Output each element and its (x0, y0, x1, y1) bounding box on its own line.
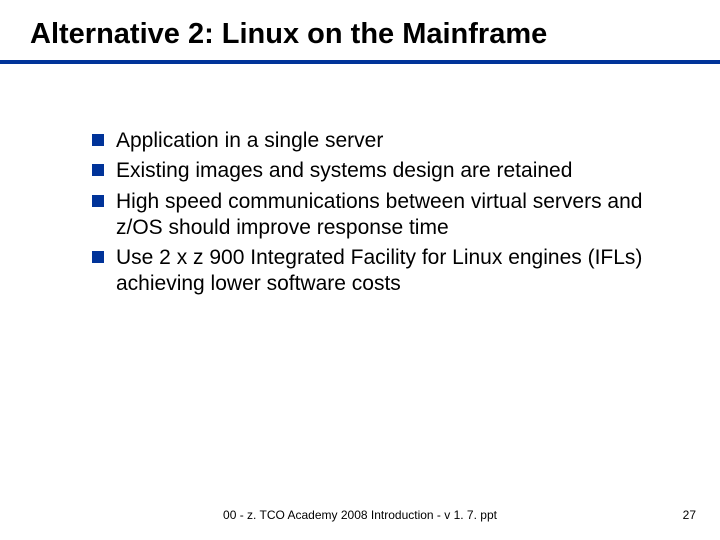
square-bullet-icon (92, 134, 104, 146)
list-item: Use 2 x z 900 Integrated Facility for Li… (92, 245, 660, 298)
list-item-text: High speed communications between virtua… (116, 189, 660, 242)
slide: Alternative 2: Linux on the Mainframe Ap… (0, 0, 720, 540)
list-item: High speed communications between virtua… (92, 189, 660, 242)
list-item: Application in a single server (92, 128, 660, 154)
slide-title: Alternative 2: Linux on the Mainframe (30, 18, 547, 51)
square-bullet-icon (92, 164, 104, 176)
list-item-text: Use 2 x z 900 Integrated Facility for Li… (116, 245, 660, 298)
square-bullet-icon (92, 251, 104, 263)
page-number: 27 (683, 508, 696, 522)
footer-filename: 00 - z. TCO Academy 2008 Introduction - … (0, 508, 720, 522)
list-item-text: Application in a single server (116, 128, 383, 154)
list-item-text: Existing images and systems design are r… (116, 158, 572, 184)
bullet-list: Application in a single server Existing … (92, 128, 660, 302)
square-bullet-icon (92, 195, 104, 207)
title-underline (0, 60, 720, 64)
list-item: Existing images and systems design are r… (92, 158, 660, 184)
